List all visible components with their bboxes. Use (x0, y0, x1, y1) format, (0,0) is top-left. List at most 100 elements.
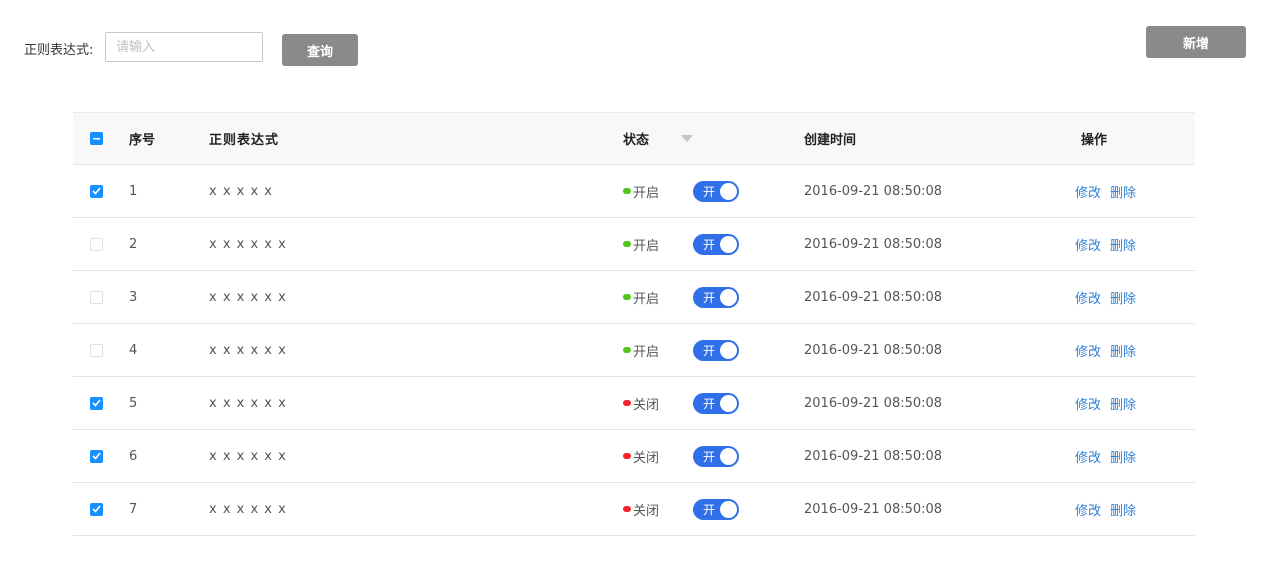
switch-knob (720, 235, 737, 253)
row-status: 开启 (623, 324, 659, 376)
row-seq: 3 (129, 289, 138, 305)
row-checkbox-cell (90, 324, 103, 376)
switch-label: 开 (703, 290, 716, 305)
delete-link[interactable]: 删除 (1110, 447, 1136, 466)
status-dot-icon (623, 241, 631, 247)
row-checkbox[interactable] (90, 449, 103, 463)
row-created-time: 2016-09-21 08:50:08 (804, 448, 943, 464)
delete-link[interactable]: 删除 (1110, 235, 1136, 254)
header-created: 创建时间 (804, 133, 857, 148)
minus-icon (93, 138, 100, 140)
status-switch[interactable]: 开 (693, 445, 739, 467)
delete-link[interactable]: 删除 (1110, 288, 1136, 307)
header-status: 状态 (623, 113, 694, 164)
row-created-time: 2016-09-21 08:50:08 (804, 342, 943, 358)
table-row: 1 x x x x x 开启 开 2016-09-21 08:50:08 修改 删除 (73, 165, 1195, 218)
row-ops: 修改 删除 (1075, 324, 1145, 376)
edit-link[interactable]: 修改 (1075, 447, 1101, 466)
switch-knob (720, 500, 737, 518)
edit-link[interactable]: 修改 (1075, 235, 1101, 254)
row-status: 开启 (623, 165, 659, 217)
row-checkbox-cell (90, 430, 103, 482)
row-checkbox-cell (90, 218, 103, 270)
row-seq: 1 (129, 183, 138, 199)
row-toggle-cell: 开 (693, 324, 739, 376)
row-regex: x x x x x x (209, 501, 287, 517)
check-icon (92, 399, 101, 407)
switch-label: 开 (703, 502, 716, 517)
delete-link[interactable]: 删除 (1110, 182, 1136, 201)
query-button[interactable]: 查询 (282, 34, 358, 66)
switch-label: 开 (703, 396, 716, 411)
switch-knob (720, 447, 737, 465)
switch-knob (720, 394, 737, 412)
status-text: 开启 (633, 238, 660, 254)
status-dot-icon (623, 400, 631, 406)
edit-link[interactable]: 修改 (1075, 288, 1101, 307)
row-created-time: 2016-09-21 08:50:08 (804, 395, 943, 411)
row-checkbox[interactable] (90, 184, 103, 198)
regex-filter-label: 正则表达式: (24, 43, 94, 58)
row-checkbox[interactable] (90, 502, 103, 516)
check-icon (92, 452, 101, 460)
header-ops: 操作 (1081, 133, 1108, 148)
edit-link[interactable]: 修改 (1075, 394, 1101, 413)
row-created-time: 2016-09-21 08:50:08 (804, 501, 943, 517)
add-button[interactable]: 新增 (1146, 26, 1246, 58)
filter-icon[interactable] (681, 134, 694, 143)
row-checkbox-cell (90, 377, 103, 429)
row-checkbox[interactable] (90, 396, 103, 410)
select-all-checkbox[interactable] (90, 132, 103, 145)
row-checkbox-cell (90, 165, 103, 217)
switch-knob (720, 288, 737, 306)
status-dot-icon (623, 294, 631, 300)
status-text: 开启 (633, 185, 660, 201)
status-switch[interactable]: 开 (693, 498, 739, 520)
switch-label: 开 (703, 449, 716, 464)
switch-knob (720, 341, 737, 359)
row-checkbox[interactable] (90, 290, 103, 304)
header-seq: 序号 (129, 133, 156, 148)
row-regex: x x x x x x (209, 395, 287, 411)
status-switch[interactable]: 开 (693, 286, 739, 308)
row-ops: 修改 删除 (1075, 377, 1145, 429)
table-row: 7 x x x x x x 关闭 开 2016-09-21 08:50:08 修改 删除 (73, 483, 1195, 536)
row-toggle-cell: 开 (693, 165, 739, 217)
check-icon (92, 187, 101, 195)
table-header: 序号 正则表达式 状态 创建时间 操作 (73, 112, 1195, 165)
row-created-time: 2016-09-21 08:50:08 (804, 289, 943, 305)
status-switch[interactable]: 开 (693, 392, 739, 414)
row-toggle-cell: 开 (693, 430, 739, 482)
header-status-label: 状态 (623, 133, 650, 148)
edit-link[interactable]: 修改 (1075, 341, 1101, 360)
switch-label: 开 (703, 343, 716, 358)
switch-label: 开 (703, 237, 716, 252)
row-checkbox[interactable] (90, 237, 103, 251)
table-row: 6 x x x x x x 关闭 开 2016-09-21 08:50:08 修改 删除 (73, 430, 1195, 483)
row-checkbox[interactable] (90, 343, 103, 357)
delete-link[interactable]: 删除 (1110, 394, 1136, 413)
row-regex: x x x x x x (209, 289, 287, 305)
row-toggle-cell: 开 (693, 218, 739, 270)
regex-search-input[interactable] (105, 32, 263, 62)
status-dot-icon (623, 188, 631, 194)
row-status: 开启 (623, 218, 659, 270)
table-row: 2 x x x x x x 开启 开 2016-09-21 08:50:08 修改 删除 (73, 218, 1195, 271)
edit-link[interactable]: 修改 (1075, 182, 1101, 201)
row-created-time: 2016-09-21 08:50:08 (804, 183, 943, 199)
status-switch[interactable]: 开 (693, 233, 739, 255)
table-body: 1x x x x x 开启开 2016-09-21 08:50:08 修改 删除 2 x x… (73, 165, 1195, 536)
header-regex: 正则表达式 (209, 133, 280, 148)
row-seq: 4 (129, 342, 138, 358)
status-switch[interactable]: 开 (693, 180, 739, 202)
status-text: 开启 (633, 291, 660, 307)
row-status: 关闭 (623, 377, 659, 429)
edit-link[interactable]: 修改 (1075, 500, 1101, 519)
table-row: 5 x x x x x x 关闭 开 2016-09-21 08:50:08 修改 删除 (73, 377, 1195, 430)
row-created-time: 2016-09-21 08:50:08 (804, 236, 943, 252)
header-checkbox-cell (90, 113, 103, 164)
delete-link[interactable]: 删除 (1110, 341, 1136, 360)
row-checkbox-cell (90, 271, 103, 323)
status-switch[interactable]: 开 (693, 339, 739, 361)
delete-link[interactable]: 删除 (1110, 500, 1136, 519)
